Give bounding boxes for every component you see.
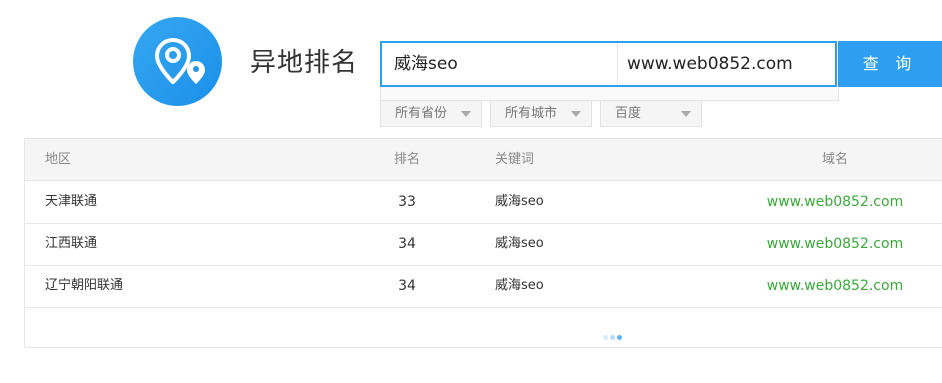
table-row: 天津联通 33 威海seo www.web0852.com (25, 181, 942, 224)
cell-keyword: 威海seo (495, 278, 544, 293)
cell-keyword: 威海seo (495, 194, 544, 209)
column-header-rank: 排名 (393, 152, 420, 167)
results-table: 地区 排名 关键词 域名 天津联通 33 威海seo www.web0852.c… (24, 138, 942, 348)
loading-dot (603, 335, 608, 340)
table-row: 江西联通 34 威海seo www.web0852.com (25, 223, 942, 266)
table-header: 地区 排名 关键词 域名 (25, 139, 942, 181)
table-row: 辽宁朝阳联通 34 威海seo www.web0852.com (25, 265, 942, 308)
cell-domain-link[interactable]: www.web0852.com (715, 223, 942, 265)
search-dropdown-edge (380, 87, 839, 101)
cell-region: 江西联通 (45, 236, 98, 251)
search-button[interactable]: 查 询 (838, 41, 942, 87)
city-select-label: 所有城市 (505, 106, 558, 121)
cell-domain-link[interactable]: www.web0852.com (715, 181, 942, 223)
domain-input[interactable] (627, 43, 827, 85)
city-select[interactable]: 所有城市 (490, 100, 592, 127)
engine-select[interactable]: 百度 (600, 100, 702, 127)
cell-keyword: 威海seo (495, 236, 544, 251)
keyword-input[interactable] (394, 43, 609, 85)
map-pin-icon (155, 38, 205, 84)
chevron-down-icon (681, 111, 691, 117)
engine-select-label: 百度 (615, 106, 642, 121)
search-divider (617, 43, 618, 85)
loading-indicator (603, 325, 624, 344)
cell-domain-link[interactable]: www.web0852.com (715, 265, 942, 307)
loading-dot (610, 335, 615, 340)
search-box (380, 41, 837, 87)
cell-rank: 33 (398, 194, 416, 210)
column-header-keyword: 关键词 (495, 152, 535, 167)
cell-rank: 34 (398, 278, 416, 294)
column-header-region: 地区 (45, 152, 72, 167)
cell-rank: 34 (398, 236, 416, 252)
cell-region: 天津联通 (45, 194, 98, 209)
chevron-down-icon (571, 111, 581, 117)
chevron-down-icon (461, 111, 471, 117)
province-select-label: 所有省份 (395, 106, 448, 121)
logo-map-pin-icon (133, 17, 222, 106)
province-select[interactable]: 所有省份 (380, 100, 482, 127)
loading-dot (617, 335, 622, 340)
cell-region: 辽宁朝阳联通 (45, 278, 124, 293)
column-header-domain: 域名 (821, 152, 848, 167)
page-title: 异地排名 (250, 48, 359, 78)
